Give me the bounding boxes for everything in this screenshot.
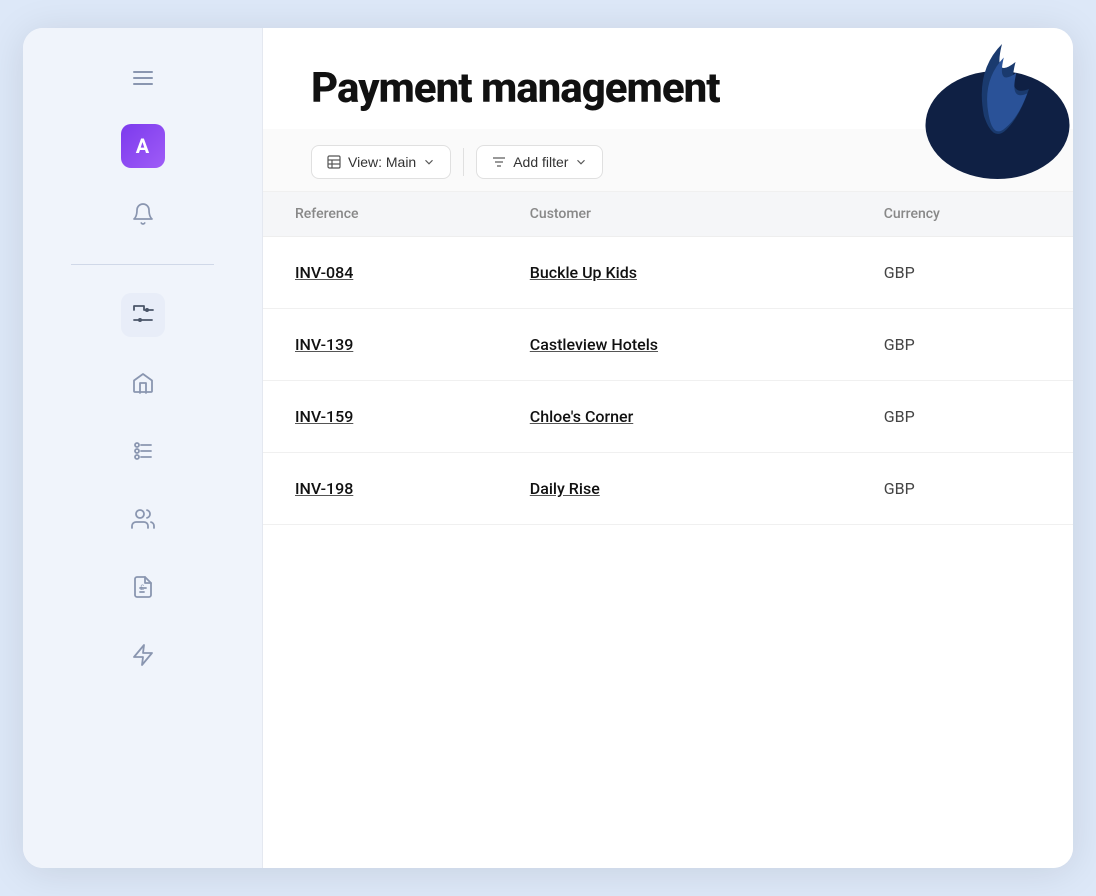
cell-currency: GBP xyxy=(852,309,1073,381)
main-content: Payment management View: Main xyxy=(263,28,1073,868)
table-container: Reference Customer Currency INV-084Buckl… xyxy=(263,192,1073,868)
table-header-row: Reference Customer Currency xyxy=(263,192,1073,237)
table-icon xyxy=(326,154,342,170)
filter-icon xyxy=(491,154,507,170)
sidebar-divider-1 xyxy=(71,264,214,265)
sidebar-item-home[interactable] xyxy=(121,361,165,405)
table-row: INV-159Chloe's CornerGBP xyxy=(263,381,1073,453)
add-filter-button[interactable]: Add filter xyxy=(476,145,603,179)
cell-customer[interactable]: Daily Rise xyxy=(498,453,852,525)
cell-customer[interactable]: Castleview Hotels xyxy=(498,309,852,381)
col-currency: Currency xyxy=(852,192,1073,237)
notifications-icon[interactable] xyxy=(121,192,165,236)
col-customer: Customer xyxy=(498,192,852,237)
cell-currency: GBP xyxy=(852,237,1073,309)
table-row: INV-139Castleview HotelsGBP xyxy=(263,309,1073,381)
payments-table: Reference Customer Currency INV-084Buckl… xyxy=(263,192,1073,525)
cell-currency: GBP xyxy=(852,453,1073,525)
chevron-down-icon-filter xyxy=(574,155,588,169)
page-title: Payment management xyxy=(311,64,720,113)
toolbar-separator xyxy=(463,148,464,176)
svg-text:£: £ xyxy=(140,584,144,592)
sidebar-item-documents[interactable]: £ xyxy=(121,565,165,609)
sidebar-item-tasks[interactable] xyxy=(121,429,165,473)
sidebar-item-filter[interactable] xyxy=(121,293,165,337)
header: Payment management xyxy=(263,28,1073,129)
sidebar-item-contacts[interactable] xyxy=(121,497,165,541)
cell-customer[interactable]: Chloe's Corner xyxy=(498,381,852,453)
col-reference: Reference xyxy=(263,192,498,237)
table-row: INV-084Buckle Up KidsGBP xyxy=(263,237,1073,309)
table-row: INV-198Daily RiseGBP xyxy=(263,453,1073,525)
sidebar: A xyxy=(23,28,263,868)
view-selector-button[interactable]: View: Main xyxy=(311,145,451,179)
sidebar-item-lightning[interactable] xyxy=(121,633,165,677)
avatar[interactable]: A xyxy=(121,124,165,168)
cell-reference[interactable]: INV-139 xyxy=(263,309,498,381)
cell-customer[interactable]: Buckle Up Kids xyxy=(498,237,852,309)
cell-reference[interactable]: INV-084 xyxy=(263,237,498,309)
chevron-down-icon xyxy=(422,155,436,169)
cell-currency: GBP xyxy=(852,381,1073,453)
brand-logo xyxy=(903,28,1073,188)
menu-icon[interactable] xyxy=(121,56,165,100)
cell-reference[interactable]: INV-159 xyxy=(263,381,498,453)
cell-reference[interactable]: INV-198 xyxy=(263,453,498,525)
app-window: A xyxy=(23,28,1073,868)
